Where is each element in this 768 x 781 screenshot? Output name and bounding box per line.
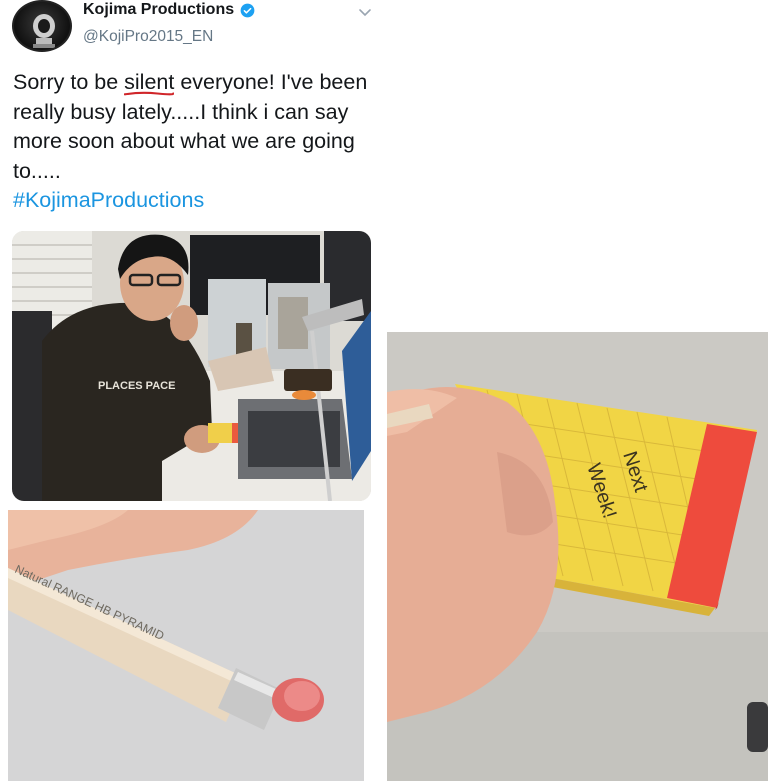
- avatar[interactable]: [12, 0, 72, 52]
- pencil-closeup: Natural RANGE HB PYRAMID: [8, 510, 364, 781]
- tweet-photo[interactable]: PLACES PACE: [12, 231, 371, 501]
- tweet-text-start: Sorry to be: [13, 70, 125, 94]
- display-name-row: Kojima Productions: [83, 1, 255, 19]
- tweet-text: Sorry to be silent everyone! I've been r…: [13, 68, 385, 186]
- notepad-closeup: Next Week!: [387, 332, 768, 781]
- office-photo-illustration: PLACES PACE: [12, 231, 371, 501]
- hoodie-print-text: PLACES PACE: [98, 380, 175, 392]
- pencil-closeup-illustration: Natural RANGE HB PYRAMID: [8, 510, 364, 781]
- chevron-down-icon[interactable]: [357, 4, 373, 20]
- verified-badge-icon: [240, 3, 255, 17]
- display-name[interactable]: Kojima Productions: [83, 1, 234, 19]
- underlined-word: silent: [124, 70, 175, 96]
- hashtag-link[interactable]: #KojimaProductions: [13, 186, 204, 216]
- kojima-productions-logo-icon: [33, 14, 55, 48]
- notepad-closeup-illustration: Next Week!: [387, 332, 768, 781]
- red-underline-mark: [124, 91, 175, 96]
- user-handle[interactable]: @KojiPro2015_EN: [83, 28, 213, 46]
